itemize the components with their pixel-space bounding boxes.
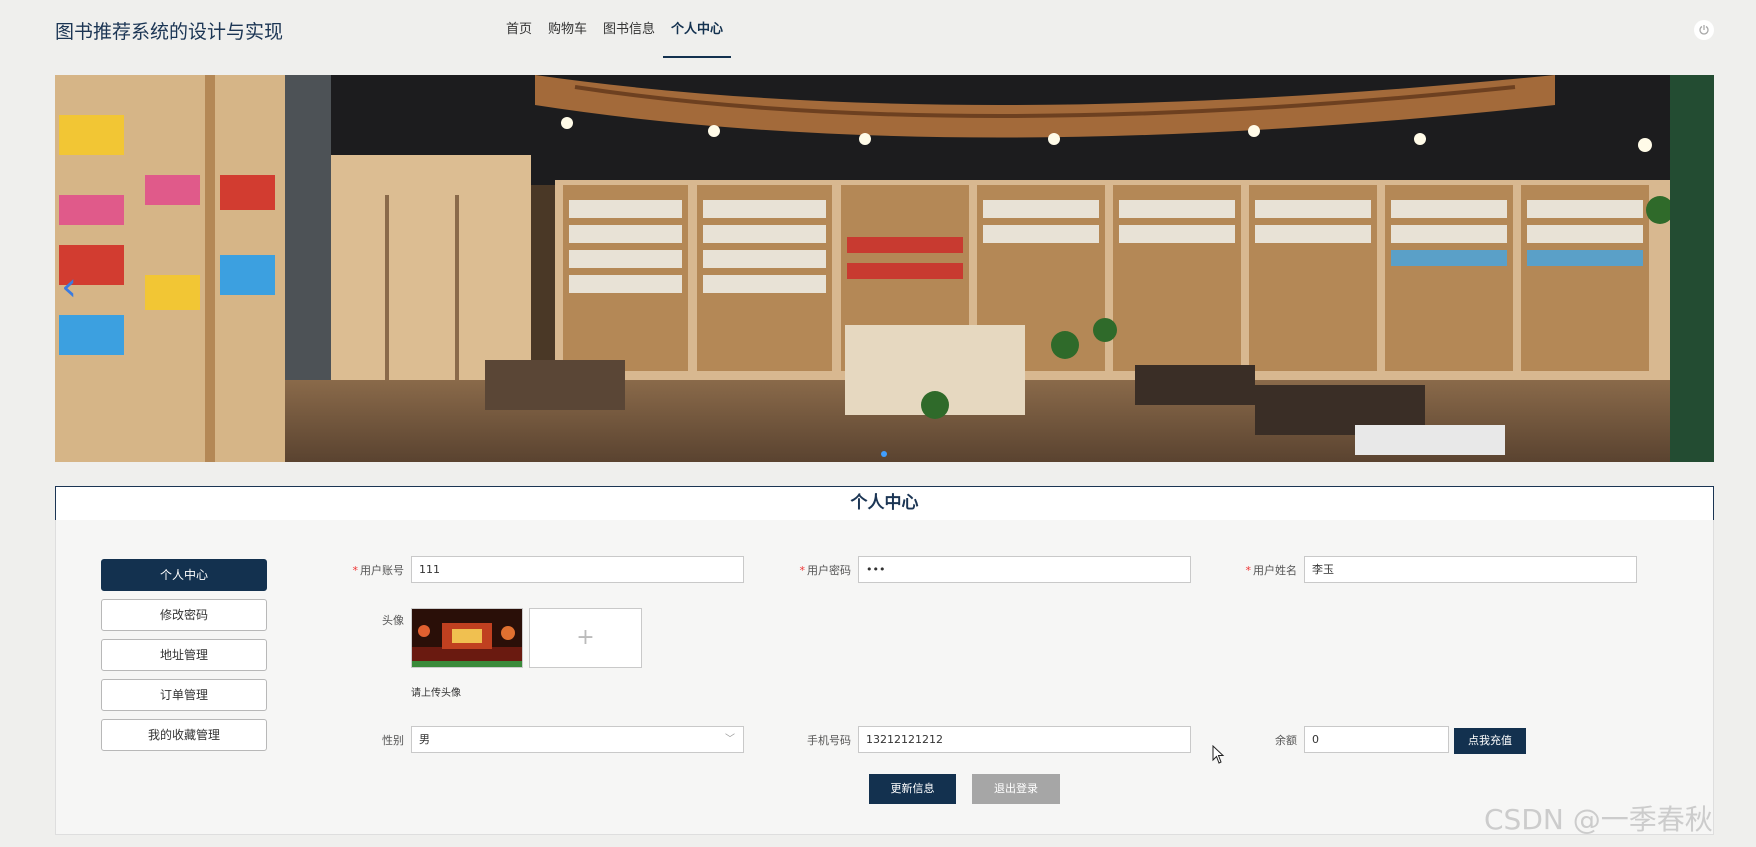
logout-button[interactable]: 退出登录 <box>972 774 1060 804</box>
side-menu-address-management[interactable]: 地址管理 <box>101 639 267 671</box>
balance-input[interactable]: 0 <box>1304 726 1449 753</box>
phone-input[interactable]: 13212121212 <box>858 726 1191 753</box>
site-title: 图书推荐系统的设计与实现 <box>55 21 284 43</box>
phone-label: 手机号码 <box>807 734 851 747</box>
account-label-text: 用户账号 <box>360 564 404 577</box>
side-menu-personal-center[interactable]: 个人中心 <box>101 559 267 591</box>
required-mark: * <box>352 564 359 577</box>
gender-select[interactable]: 男 ﹀ <box>411 726 744 753</box>
avatar-label: 头像 <box>382 614 404 627</box>
avatar-image[interactable] <box>411 608 523 668</box>
gender-select-value: 男 <box>419 733 430 746</box>
nav-cart[interactable]: 购物车 <box>540 0 595 58</box>
avatar-photo <box>412 609 522 667</box>
update-info-button[interactable]: 更新信息 <box>869 774 956 804</box>
nav-personal-center[interactable]: 个人中心 <box>663 0 732 58</box>
personal-center-panel: 个人中心 修改密码 地址管理 订单管理 我的收藏管理 * 用户账号 111 * 用户… <box>55 520 1714 835</box>
banner-carousel: ‹ <box>55 75 1714 462</box>
bookstore-banner-image <box>55 75 1714 462</box>
side-menu: 个人中心 修改密码 地址管理 订单管理 我的收藏管理 <box>101 559 267 759</box>
recharge-button[interactable]: 点我充值 <box>1454 728 1526 754</box>
password-input[interactable]: ••• <box>858 556 1191 583</box>
side-menu-favorites-management[interactable]: 我的收藏管理 <box>101 719 267 751</box>
required-mark: * <box>1245 564 1252 577</box>
main-nav: 首页 购物车 图书信息 个人中心 <box>498 0 732 58</box>
name-label-text: 用户姓名 <box>1253 564 1297 577</box>
avatar-upload-hint: 请上传头像 <box>411 688 461 699</box>
account-label: * 用户账号 <box>324 562 405 578</box>
side-menu-change-password[interactable]: 修改密码 <box>101 599 267 631</box>
nav-home[interactable]: 首页 <box>498 0 540 58</box>
chevron-down-icon: ﹀ <box>725 734 735 745</box>
carousel-prev-arrow[interactable]: ‹ <box>61 267 77 307</box>
csdn-watermark: CSDN @一季春秋 <box>1484 803 1713 836</box>
password-label: * 用户密码 <box>771 562 852 578</box>
power-icon[interactable] <box>1694 20 1714 40</box>
gender-label: 性别 <box>382 734 404 747</box>
avatar-upload-button[interactable]: + <box>529 608 642 668</box>
header: 图书推荐系统的设计与实现 首页 购物车 图书信息 个人中心 <box>0 0 1756 68</box>
power-glyph <box>1699 25 1709 35</box>
account-input[interactable]: 111 <box>411 556 744 583</box>
carousel-indicator-dot[interactable] <box>881 451 887 457</box>
required-mark: * <box>799 564 806 577</box>
mouse-cursor-icon <box>1212 745 1225 764</box>
name-label: * 用户姓名 <box>1217 562 1298 578</box>
name-input[interactable]: 李玉 <box>1304 556 1637 583</box>
balance-label: 余额 <box>1275 734 1297 747</box>
nav-book-info[interactable]: 图书信息 <box>595 0 663 58</box>
section-title: 个人中心 <box>55 486 1714 521</box>
side-menu-order-management[interactable]: 订单管理 <box>101 679 267 711</box>
password-label-text: 用户密码 <box>807 564 851 577</box>
